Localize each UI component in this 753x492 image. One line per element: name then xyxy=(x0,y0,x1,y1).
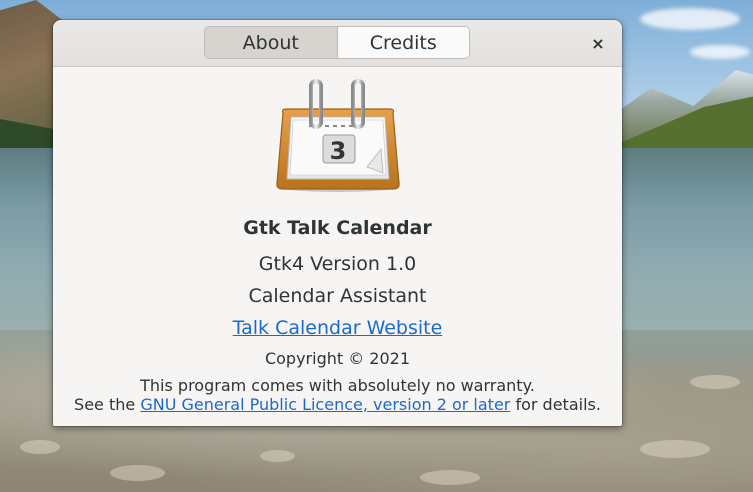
stack-switcher: About Credits xyxy=(204,26,470,59)
dialog-titlebar: About Credits × xyxy=(53,20,622,67)
pebble xyxy=(260,450,295,462)
about-dialog: About Credits × 3 Gtk Talk Calendar Gtk4… xyxy=(53,20,622,426)
calendar-icon: 3 xyxy=(276,79,400,192)
app-version: Gtk4 Version 1.0 xyxy=(258,253,417,275)
copyright: Copyright © 2021 xyxy=(264,349,411,368)
website-row: Talk Calendar Website xyxy=(53,317,622,339)
license-line-2: See the GNU General Public Licence, vers… xyxy=(53,395,622,414)
pebble xyxy=(690,375,740,389)
app-name: Gtk Talk Calendar xyxy=(243,217,432,239)
pebble xyxy=(110,465,165,481)
pebble xyxy=(420,470,480,485)
cloud xyxy=(640,8,740,30)
close-button[interactable]: × xyxy=(586,32,610,54)
close-icon: × xyxy=(591,33,605,53)
cloud xyxy=(690,45,750,59)
license-suffix: for details. xyxy=(510,395,601,414)
calendar-day: 3 xyxy=(330,137,347,165)
app-comments: Calendar Assistant xyxy=(248,285,427,307)
license-prefix: See the xyxy=(74,395,141,414)
license-link[interactable]: GNU General Public Licence, version 2 or… xyxy=(140,395,510,414)
pebble xyxy=(20,440,60,454)
tab-about[interactable]: About xyxy=(205,27,337,58)
pebble xyxy=(640,440,710,458)
license-line-1: This program comes with absolutely no wa… xyxy=(140,376,535,395)
website-link[interactable]: Talk Calendar Website xyxy=(233,317,443,339)
tab-credits[interactable]: Credits xyxy=(336,27,469,58)
about-page: 3 Gtk Talk Calendar Gtk4 Version 1.0 Cal… xyxy=(53,67,622,426)
